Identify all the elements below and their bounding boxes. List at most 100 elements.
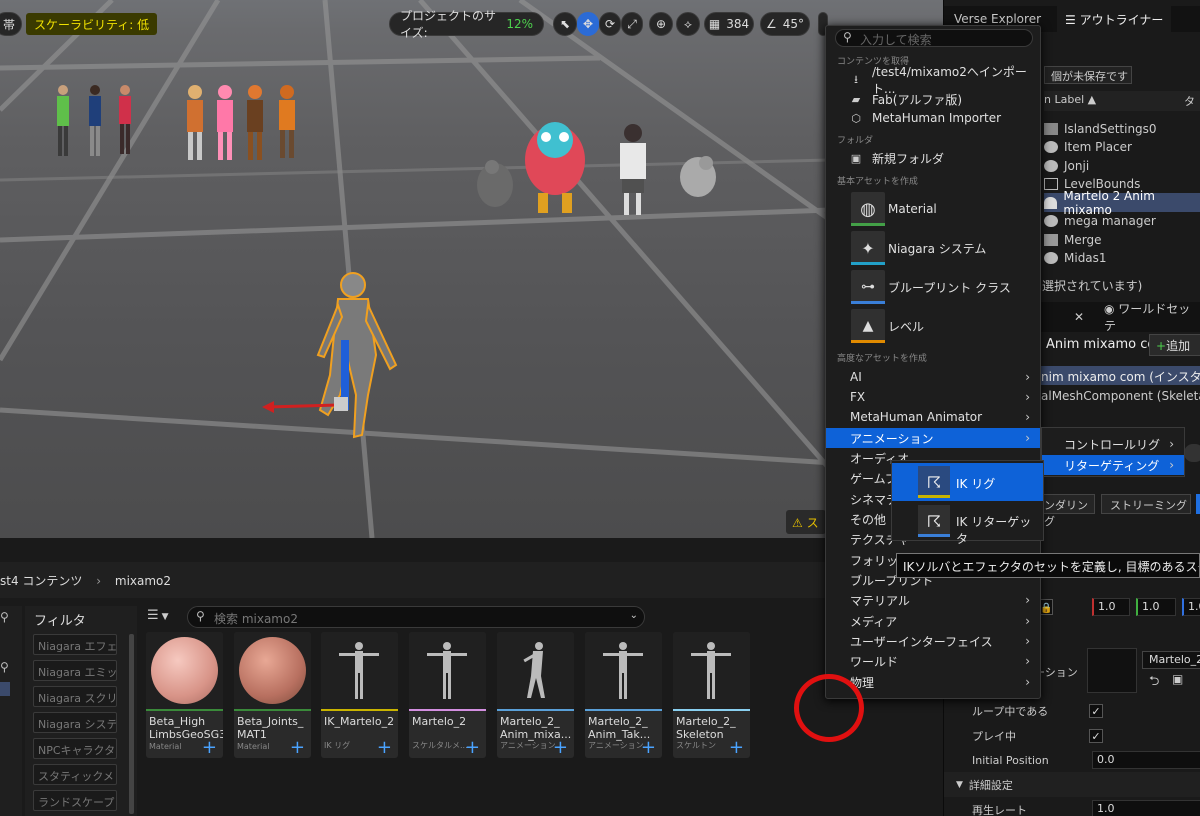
check-icon: ✓ bbox=[1091, 704, 1101, 718]
filter-scroll[interactable] bbox=[1196, 494, 1200, 514]
add-component-button[interactable]: +追加 bbox=[1149, 334, 1200, 356]
tab-world-settings[interactable]: ◉ ワールドセッテ bbox=[1104, 300, 1200, 334]
advanced-menu-item[interactable]: マテリアル › bbox=[826, 590, 1040, 610]
tab-verse-explorer[interactable]: Verse Explorer bbox=[954, 12, 1041, 26]
project-size-indicator[interactable]: プロジェクトのサイズ: 12% bbox=[389, 9, 544, 40]
filter-item[interactable]: Niagara エミッ bbox=[33, 660, 117, 681]
surface-snap-button[interactable]: ⟡ bbox=[676, 12, 700, 36]
search-icon[interactable]: ⚲ bbox=[0, 610, 9, 624]
menu-item-label: アニメーション bbox=[850, 431, 934, 446]
control-rig-menu-item[interactable]: コントロールリグ › bbox=[1042, 434, 1184, 454]
outliner-row[interactable]: Item Placer bbox=[1044, 137, 1200, 156]
level-viewport[interactable]: 帯 スケーラビリティ: 低 プロジェクトのサイズ: 12% ⬉ ✥ ⟳ ⤢ ⊕ … bbox=[0, 0, 943, 538]
asset-tile[interactable]: Martelo_2_ Anim_mixa... アニメーション... + bbox=[497, 632, 574, 758]
chevron-right-icon: › bbox=[1025, 390, 1030, 404]
warning-label: ス bbox=[806, 516, 819, 530]
rotate-mode-button[interactable]: ⟳ bbox=[599, 12, 621, 36]
scale-y-field[interactable]: 1.0 bbox=[1136, 598, 1176, 616]
advanced-menu-item[interactable]: ユーザーインターフェイス › bbox=[826, 631, 1040, 651]
import-menu-item[interactable]: ⭳/test4/mixamo2へインポート... bbox=[826, 65, 1040, 96]
rendering-filter-button[interactable]: ンダリング bbox=[1041, 494, 1095, 528]
folder-icon[interactable]: ▣ bbox=[1172, 672, 1183, 686]
loop-checkbox[interactable]: ✓ bbox=[1089, 704, 1103, 718]
world-local-button[interactable]: ⊕ bbox=[649, 12, 673, 36]
scalability-warning[interactable]: スケーラビリティ: 低 bbox=[26, 13, 158, 35]
translate-mode-button[interactable]: ✥ bbox=[577, 12, 599, 36]
filter-item[interactable]: NPCキャラクタ bbox=[33, 738, 117, 759]
cube-outline-icon: ⬡ bbox=[851, 111, 861, 125]
component-instance-row[interactable]: nim mixamo com (インスタンス bbox=[1041, 366, 1200, 385]
streaming-filter-button[interactable]: ストリーミング bbox=[1101, 494, 1191, 514]
outliner-row[interactable]: Jonji bbox=[1044, 156, 1200, 175]
asset-tile[interactable]: Martelo_2_ Skeleton スケルトン + bbox=[673, 632, 750, 758]
material-menu-item[interactable]: ◍ Material bbox=[826, 190, 1040, 228]
anim-asset-picker[interactable]: Martelo_2 bbox=[1142, 651, 1200, 669]
retargeting-menu-item[interactable]: リターゲティング › bbox=[1042, 455, 1184, 475]
niagara-system-menu-item[interactable]: ✦ Niagara システム bbox=[826, 229, 1040, 267]
ik-retargeter-menu-item[interactable]: ☈ IK リターゲッタ bbox=[892, 502, 1043, 546]
advanced-menu-item[interactable]: メディア › bbox=[826, 611, 1040, 631]
advanced-menu-item[interactable]: AI › bbox=[826, 367, 1040, 387]
menu-search-input[interactable]: ⚲ 入力して検索 bbox=[835, 29, 1033, 47]
outliner-row[interactable]: mega manager bbox=[1044, 211, 1200, 230]
filter-item[interactable]: Niagara スクリ bbox=[33, 686, 117, 707]
level-menu-item[interactable]: ▲ レベル bbox=[826, 307, 1040, 345]
asset-search-input[interactable]: ⚲ 検索 mixamo2 ⌄ bbox=[187, 606, 645, 628]
filter-item[interactable]: ランドスケープ bbox=[33, 790, 117, 811]
outliner-row[interactable]: IslandSettings0 bbox=[1044, 119, 1200, 138]
asset-tile[interactable]: IK_Martelo_2 IK リグ + bbox=[321, 632, 398, 758]
filter-scrollbar[interactable] bbox=[129, 634, 134, 814]
component-row[interactable]: alMeshComponent (SkeletalMe bbox=[1041, 389, 1200, 403]
outliner-row[interactable]: Midas1 bbox=[1044, 248, 1200, 267]
tab-outliner[interactable]: ☰ アウトライナー bbox=[1057, 5, 1172, 33]
playing-checkbox[interactable]: ✓ bbox=[1089, 729, 1103, 743]
asset-tile[interactable]: Beta_Joints_ MAT1 Material + bbox=[234, 632, 311, 758]
outliner-column-header[interactable]: n Label ▲ タ bbox=[1044, 91, 1200, 111]
search-placeholder: 検索 mixamo2 bbox=[214, 612, 298, 626]
asset-tile[interactable]: Beta_High LimbsGeoSG3 Material + bbox=[146, 632, 223, 758]
selected-character[interactable] bbox=[258, 265, 408, 450]
outliner-row[interactable]: Merge bbox=[1044, 230, 1200, 249]
asset-tile[interactable]: Martelo_2_ Anim_Tak... アニメーション... + bbox=[585, 632, 662, 758]
chevron-down-icon: ▼ bbox=[956, 779, 963, 790]
asset-tile[interactable]: Martelo_2 スケルタルメ... + bbox=[409, 632, 486, 758]
browse-icon[interactable]: ⮌ bbox=[1149, 672, 1159, 694]
advanced-menu-item[interactable]: ワールド › bbox=[826, 651, 1040, 671]
initial-position-field[interactable]: 0.0 bbox=[1092, 751, 1200, 769]
filter-item[interactable]: スタティックメ bbox=[33, 764, 117, 785]
advanced-menu-item[interactable]: FX › bbox=[826, 387, 1040, 407]
asset-type-bar bbox=[146, 709, 223, 711]
filter-menu-button[interactable]: ☰ ▼ bbox=[147, 608, 169, 623]
menu-item-label: レベル bbox=[888, 319, 925, 334]
filter-item[interactable]: Niagara システ bbox=[33, 712, 117, 733]
filter-item[interactable]: Niagara エフェ bbox=[33, 634, 117, 655]
metahuman-importer-menu-item[interactable]: ⬡ MetaHuman Importer bbox=[826, 108, 1040, 128]
animation-submenu: コントロールリグ › リターゲティング › bbox=[1041, 427, 1185, 477]
breadcrumb-folder[interactable]: mixamo2 bbox=[115, 574, 171, 588]
ik-rig-menu-item[interactable]: ☈ IK リグ bbox=[892, 463, 1043, 501]
unsaved-label: 個が未保存です bbox=[1051, 70, 1128, 83]
playback-rate-field[interactable]: 1.0 bbox=[1092, 800, 1200, 816]
scale-z-field[interactable]: 1.0 bbox=[1182, 598, 1200, 616]
new-folder-menu-item[interactable]: ▣ 新規フォルダ bbox=[826, 148, 1040, 168]
unsaved-indicator[interactable]: 個が未保存です bbox=[1044, 66, 1132, 84]
filter-toggle[interactable] bbox=[1184, 444, 1200, 462]
search-icon[interactable]: ⚲ bbox=[0, 660, 9, 674]
rotation-snap-button[interactable]: ∠ 45° bbox=[760, 12, 810, 36]
viewport-warning[interactable]: ⚠ ス bbox=[786, 510, 826, 534]
sources-collapsed: ⚲ ⚲ bbox=[0, 606, 22, 816]
breadcrumb-root[interactable]: st4 コンテンツ bbox=[0, 574, 82, 588]
fab-menu-item[interactable]: ▰ Fab(アルファ版) bbox=[826, 89, 1040, 109]
outliner-row-selected[interactable]: Martelo 2 Anim mixamo bbox=[1044, 189, 1200, 217]
add-asset-context-menu: ⚲ 入力して検索 コンテンツを取得 ⭳/test4/mixamo2へインポート.… bbox=[825, 25, 1041, 699]
advanced-menu-item-selected[interactable]: アニメーション › bbox=[826, 428, 1040, 448]
scale-x-field[interactable]: 1.0 bbox=[1092, 598, 1130, 616]
grid-snap-button[interactable]: ▦ 384 bbox=[704, 12, 754, 36]
anim-thumbnail[interactable] bbox=[1087, 648, 1137, 693]
close-icon[interactable]: ✕ bbox=[1074, 310, 1084, 324]
advanced-menu-item[interactable]: MetaHuman Animator › bbox=[826, 407, 1040, 427]
blueprint-class-menu-item[interactable]: ⊶ ブループリント クラス bbox=[826, 268, 1040, 306]
select-mode-button[interactable]: ⬉ bbox=[553, 12, 577, 36]
detail-settings-header[interactable]: ▼ 詳細設定 bbox=[944, 772, 1200, 797]
scale-mode-button[interactable]: ⤢ bbox=[621, 12, 643, 36]
